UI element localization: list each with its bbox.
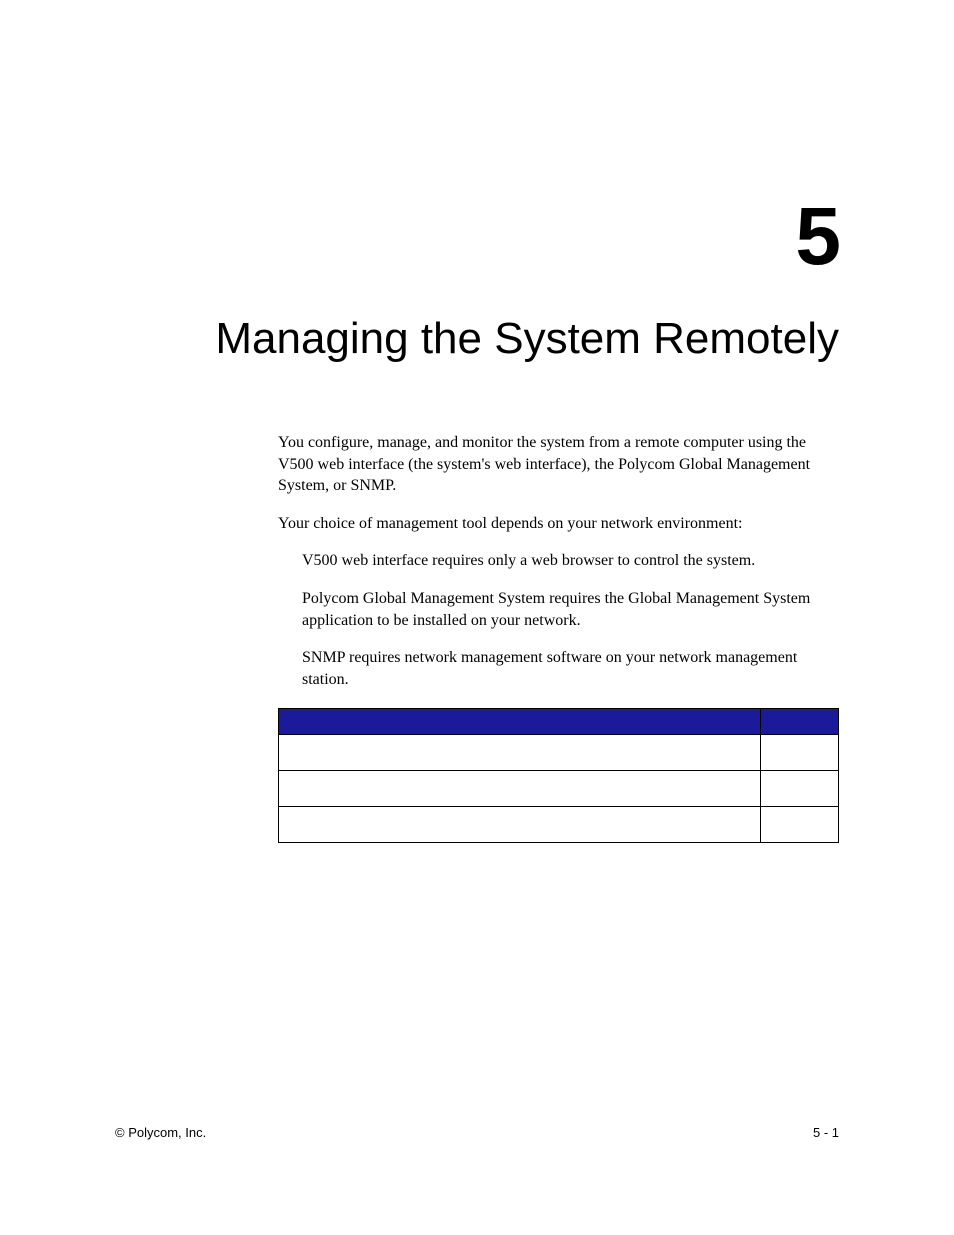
- chapter-title: Managing the System Remotely: [115, 314, 839, 364]
- table-cell: [761, 771, 839, 807]
- table-row: [279, 735, 839, 771]
- table-header-left: [279, 709, 761, 735]
- table-cell: [761, 807, 839, 843]
- bullet-3: SNMP requires network management softwar…: [302, 647, 839, 690]
- footer-copyright: © Polycom, Inc.: [115, 1125, 206, 1140]
- table-row: [279, 807, 839, 843]
- intro-paragraph-2: Your choice of management tool depends o…: [278, 513, 839, 535]
- bullet-1: V500 web interface requires only a web b…: [302, 550, 839, 572]
- table-header-right: [761, 709, 839, 735]
- table-cell: [279, 807, 761, 843]
- chapter-number: 5: [115, 190, 839, 284]
- intro-paragraph-1: You configure, manage, and monitor the s…: [278, 432, 839, 497]
- table-cell: [761, 735, 839, 771]
- bullet-2: Polycom Global Management System require…: [302, 588, 839, 631]
- table-cell: [279, 735, 761, 771]
- footer-page-number: 5 - 1: [813, 1125, 839, 1140]
- table-cell: [279, 771, 761, 807]
- content-table: [278, 708, 839, 843]
- table-row: [279, 771, 839, 807]
